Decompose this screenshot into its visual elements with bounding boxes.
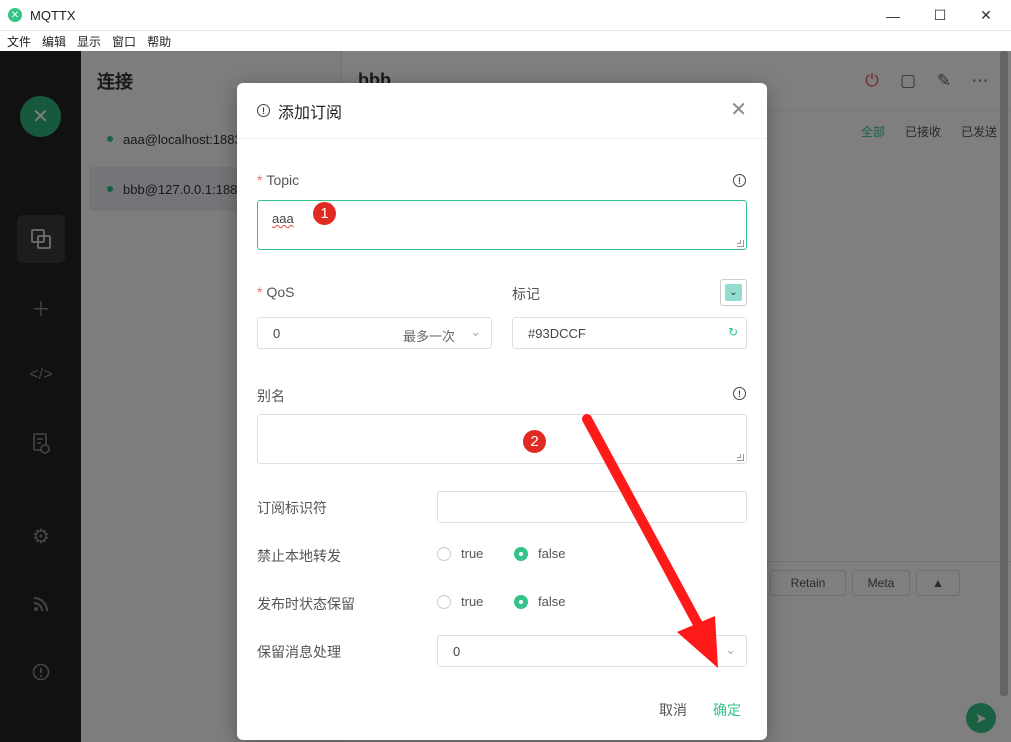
red-arrow-icon [582, 414, 718, 668]
